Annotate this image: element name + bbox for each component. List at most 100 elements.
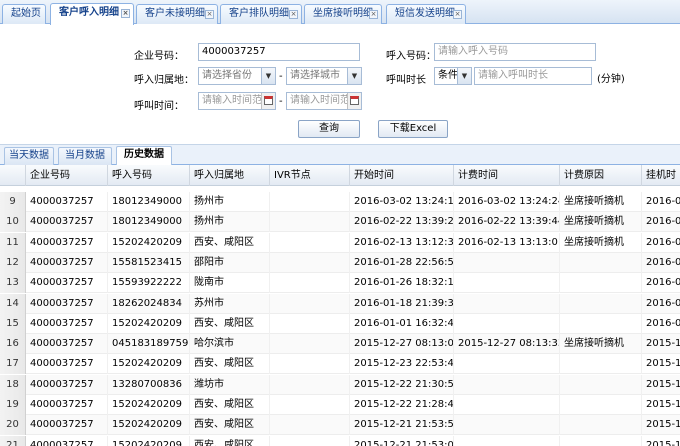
cell-billing-time <box>454 395 560 415</box>
row-number-header <box>0 165 26 186</box>
cell-region: 西安、咸阳区 <box>190 395 270 415</box>
duration-condition-value: 条件 <box>438 70 458 81</box>
time-separator: - <box>279 96 283 107</box>
company-number-input[interactable]: 4000037257 <box>198 43 360 61</box>
cell-billing-reason <box>560 415 642 436</box>
calendar-icon[interactable] <box>347 93 361 109</box>
close-icon[interactable]: × <box>453 10 462 19</box>
city-select[interactable]: 请选择城市 ▼ <box>286 67 362 85</box>
table-row[interactable]: 11 4000037257 15202420209 西安、咸阳区 2016-02-13 … <box>0 232 680 253</box>
column-header-start-time[interactable]: 开始时间 <box>350 165 454 186</box>
column-header-ivr[interactable]: IVR节点 <box>270 165 350 186</box>
close-icon[interactable]: × <box>121 9 130 18</box>
cell-ivr <box>270 395 350 415</box>
cell-billing-time <box>454 415 560 436</box>
cell-caller: 18262024834 <box>108 293 190 314</box>
cell-billing-time: 2015-12-27 08:13:33 <box>454 334 560 355</box>
cell-billing-time <box>454 374 560 395</box>
cell-billing-reason <box>560 252 642 273</box>
cell-hangup-time: 2016-01 <box>642 294 680 314</box>
close-icon[interactable]: × <box>289 10 298 19</box>
cell-region: 西安、咸阳区 <box>190 313 270 334</box>
tab-label: 客户呼入明细 <box>59 7 119 18</box>
table-row[interactable]: 19 4000037257 15202420209 西安、咸阳区 2015-12-22 … <box>0 395 680 415</box>
download-excel-button[interactable]: 下载Excel <box>378 120 448 138</box>
call-duration-input[interactable]: 请输入呼叫时长 <box>474 67 592 85</box>
table-row[interactable]: 12 4000037257 15581523415 邵阳市 2016-01-28 22:… <box>0 252 680 273</box>
cell-billing-reason: 坐席接听摘机 <box>560 334 642 355</box>
cell-caller: 15581523415 <box>108 252 190 273</box>
cell-ivr <box>270 415 350 436</box>
call-time-start-input[interactable]: 请输入时间范 <box>198 92 276 110</box>
tab-label: 短信发送明细 <box>395 8 455 19</box>
call-time-end-input[interactable]: 请输入时间范 <box>286 92 362 110</box>
cell-billing-reason <box>560 395 642 415</box>
column-header-region[interactable]: 呼入归属地 <box>190 165 270 186</box>
caller-number-input[interactable]: 请输入呼入号码 <box>434 43 596 61</box>
row-number: 9 <box>0 192 26 212</box>
row-number: 21 <box>0 435 26 446</box>
cell-ivr <box>270 273 350 294</box>
close-icon[interactable]: × <box>205 10 214 19</box>
chevron-down-icon[interactable]: ▼ <box>347 68 361 84</box>
cell-company: 4000037257 <box>26 273 108 294</box>
call-time-label: 呼叫时间： <box>134 101 184 112</box>
tab-customer-inbound-detail[interactable]: 客户呼入明细 × <box>50 3 134 25</box>
cell-company: 4000037257 <box>26 293 108 314</box>
calendar-icon[interactable] <box>261 93 275 109</box>
cell-start-time: 2016-03-02 13:24:11 <box>350 192 454 212</box>
table-row[interactable]: 21 4000037257 15202420209 西安、咸阳区 2015-12-21 … <box>0 435 680 446</box>
column-header-hangup-time[interactable]: 挂机时 <box>642 165 680 186</box>
company-number-label: 企业号码： <box>134 51 184 62</box>
cell-start-time: 2015-12-21 21:53:53 <box>350 415 454 436</box>
cell-hangup-time: 2015-12 <box>642 415 680 435</box>
table-row[interactable]: 17 4000037257 15202420209 西安、咸阳区 2015-12-23 … <box>0 354 680 375</box>
cell-caller: 18012349000 <box>108 192 190 212</box>
cell-hangup-time: 2015-12 <box>642 395 680 415</box>
tab-history-data[interactable]: 历史数据 <box>116 146 172 166</box>
cell-region: 扬州市 <box>190 192 270 212</box>
data-grid: 企业号码 呼入号码 呼入归属地 IVR节点 开始时间 计费时间 计费原因 挂机时… <box>0 165 680 446</box>
chevron-down-icon[interactable]: ▼ <box>261 68 275 84</box>
cell-caller: 045183189759 <box>108 334 190 355</box>
cell-company: 4000037257 <box>26 354 108 375</box>
table-row[interactable]: 20 4000037257 15202420209 西安、咸阳区 2015-12-21 … <box>0 415 680 436</box>
tab-customer-queue-detail[interactable]: 客户排队明细 × <box>220 4 302 24</box>
table-row[interactable]: 14 4000037257 18262024834 苏州市 2016-01-18 21:… <box>0 293 680 314</box>
cell-region: 西安、咸阳区 <box>190 232 270 253</box>
tab-sms-send-detail[interactable]: 短信发送明细 × <box>386 4 466 24</box>
cell-region: 邵阳市 <box>190 252 270 273</box>
tab-customer-missed-detail[interactable]: 客户未接明细 × <box>136 4 218 24</box>
row-number: 16 <box>0 334 26 355</box>
duration-condition-select[interactable]: 条件 ▼ <box>434 67 472 85</box>
tab-start-page[interactable]: 起始页 <box>2 4 46 24</box>
cell-hangup-time: 2016-0 <box>642 233 680 253</box>
table-row[interactable]: 15 4000037257 15202420209 西安、咸阳区 2016-01-01 … <box>0 313 680 334</box>
column-header-company[interactable]: 企业号码 <box>26 165 108 186</box>
province-select[interactable]: 请选择省份 ▼ <box>198 67 276 85</box>
row-number: 11 <box>0 232 26 253</box>
column-header-billing-time[interactable]: 计费时间 <box>454 165 560 186</box>
chevron-down-icon[interactable]: ▼ <box>457 68 471 84</box>
table-row[interactable]: 18 4000037257 13280700836 潍坊市 2015-12-22 21:… <box>0 374 680 395</box>
tab-today-data[interactable]: 当天数据 <box>4 147 54 165</box>
cell-ivr <box>270 334 350 355</box>
cell-ivr <box>270 212 350 233</box>
search-button[interactable]: 查询 <box>298 120 360 138</box>
tab-agent-answer-detail[interactable]: 坐席接听明细 × <box>304 4 382 24</box>
cell-company: 4000037257 <box>26 252 108 273</box>
cell-billing-reason: 坐席接听摘机 <box>560 192 642 212</box>
cell-ivr <box>270 293 350 314</box>
table-row[interactable]: 9 4000037257 18012349000 扬州市 2016-03-02 13:2… <box>0 192 680 212</box>
row-number: 13 <box>0 273 26 294</box>
column-header-billing-reason[interactable]: 计费原因 <box>560 165 642 186</box>
cell-billing-reason <box>560 354 642 375</box>
table-row[interactable]: 13 4000037257 15593922222 陇南市 2016-01-26 18:… <box>0 273 680 294</box>
close-icon[interactable]: × <box>369 10 378 19</box>
cell-hangup-time: 2016-0 <box>642 212 680 232</box>
cell-company: 4000037257 <box>26 435 108 446</box>
column-header-caller[interactable]: 呼入号码 <box>108 165 190 186</box>
table-row[interactable]: 16 4000037257 045183189759 哈尔滨市 2015-12-27 0… <box>0 334 680 355</box>
table-row[interactable]: 10 4000037257 18012349000 扬州市 2016-02-22 13:… <box>0 212 680 233</box>
tab-month-data[interactable]: 当月数据 <box>58 147 112 165</box>
